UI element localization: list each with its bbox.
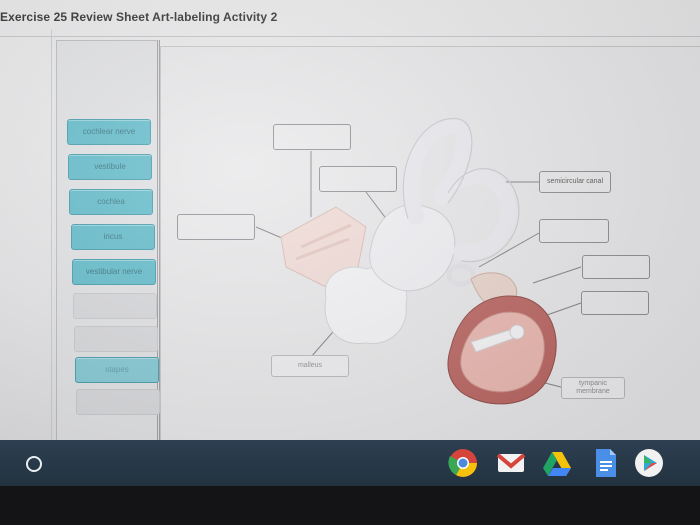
diagram-canvas: semicircular canal malleus tympanic memb… [160,46,700,446]
chrome-icon[interactable] [446,446,480,480]
gmail-icon[interactable] [494,446,528,480]
drop-target-5[interactable] [539,219,609,243]
drop-target-malleus[interactable]: malleus [271,355,349,377]
page-title: Exercise 25 Review Sheet Art-labeling Ac… [0,10,278,24]
chip-cochlea[interactable]: cochlea [69,189,153,215]
play-store-icon[interactable] [632,446,666,480]
drop-target-7[interactable] [581,291,649,315]
drop-target-1[interactable] [273,124,351,150]
screen-bezel [0,486,700,525]
chip-stapes[interactable]: stapes [75,357,159,383]
drop-target-6[interactable] [582,255,650,279]
docs-icon[interactable] [588,446,622,480]
drop-target-3[interactable] [177,214,255,240]
left-rail [0,30,52,450]
label-bank: cochlear nerve vestibule cochlea incus v… [56,40,160,450]
os-taskbar [0,440,700,486]
chip-vestibule[interactable]: vestibule [68,154,152,180]
drop-target-tympanic-membrane[interactable]: tympanic membrane [561,377,625,399]
drop-target-semicircular-canal[interactable]: semicircular canal [539,171,611,193]
drive-icon[interactable] [540,446,574,480]
screen: Exercise 25 Review Sheet Art-labeling Ac… [0,0,700,480]
launcher-icon[interactable] [26,456,42,472]
chip-incus[interactable]: incus [71,224,155,250]
chip-slot-empty[interactable] [76,389,160,415]
drop-target-2[interactable] [319,166,397,192]
chip-slot-empty[interactable] [74,326,158,352]
oval-window [446,263,476,287]
chip-vestibular-nerve[interactable]: vestibular nerve [72,259,156,285]
chip-slot-empty[interactable] [73,293,157,319]
chip-cochlear-nerve[interactable]: cochlear nerve [67,119,151,145]
